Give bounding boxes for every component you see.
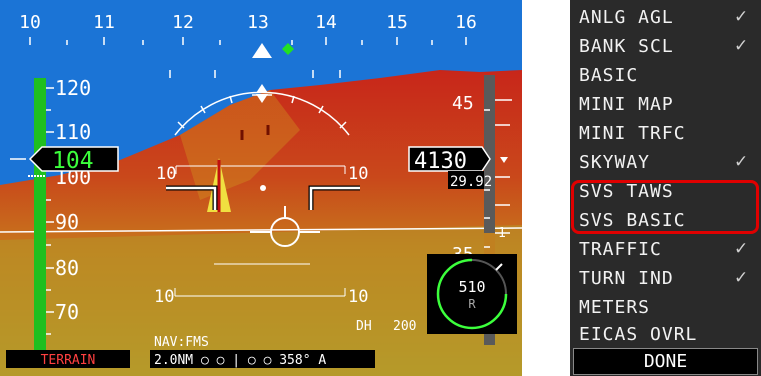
aircraft-center-dot bbox=[260, 185, 266, 191]
menu-item-label: MINI MAP bbox=[579, 94, 674, 115]
heading-label: 16 bbox=[455, 12, 477, 33]
speed-tape-bar bbox=[34, 78, 46, 350]
primary-flight-display: 10 11 12 13 14 15 16 120 110 100 90 80 7… bbox=[0, 0, 522, 376]
menu-item-label: SKYWAY bbox=[579, 152, 651, 173]
heading-label: 11 bbox=[93, 12, 115, 33]
nav-source: NAV:FMS bbox=[154, 335, 209, 350]
heading-label: 13 bbox=[247, 12, 269, 33]
altitude-label: 45 bbox=[452, 93, 474, 114]
menu-item-label: EICAS OVRL bbox=[579, 324, 698, 345]
menu-item-meters[interactable]: METERS bbox=[570, 294, 761, 322]
dh-label: DH bbox=[356, 319, 372, 334]
checkmark-icon: ✓ bbox=[734, 7, 749, 27]
menu-item-label: ANLG AGL bbox=[579, 7, 674, 28]
dial-value: 510 bbox=[458, 278, 485, 296]
highlight-box bbox=[571, 180, 759, 234]
pitch-label: 10 bbox=[156, 164, 176, 184]
pitch-label: 10 bbox=[348, 164, 368, 184]
checkmark-icon: ✓ bbox=[734, 36, 749, 56]
checkmark-icon: ✓ bbox=[734, 239, 749, 259]
dh-value: 200 bbox=[393, 319, 416, 334]
baro-setting: 29.92 bbox=[450, 174, 492, 190]
menu-item-label: TRAFFIC bbox=[579, 239, 662, 260]
done-button[interactable]: DONE bbox=[573, 348, 758, 375]
menu-item-bank-scl[interactable]: BANK SCL ✓ bbox=[570, 33, 761, 61]
checkmark-icon: ✓ bbox=[734, 268, 749, 288]
menu-item-basic[interactable]: BASIC bbox=[570, 62, 761, 90]
altitude-readout: 4130 bbox=[414, 149, 467, 174]
pitch-label: 10 bbox=[348, 287, 368, 307]
menu-item-label: METERS bbox=[579, 297, 651, 318]
menu-item-turn-ind[interactable]: TURN IND ✓ bbox=[570, 265, 761, 293]
menu-item-label: TURN IND bbox=[579, 268, 674, 289]
nav-readout: 2.0NM ○ ○ | ○ ○ 358° A bbox=[154, 353, 326, 368]
menu-item-mini-map[interactable]: MINI MAP bbox=[570, 91, 761, 119]
speed-label: 70 bbox=[55, 300, 79, 324]
pitch-label: 10 bbox=[154, 287, 174, 307]
terrain-annunciator: TERRAIN bbox=[41, 353, 96, 368]
speed-label: 80 bbox=[55, 256, 79, 280]
checkmark-icon: ✓ bbox=[734, 152, 749, 172]
heading-label: 14 bbox=[315, 12, 337, 33]
menu-item-mini-trfc[interactable]: MINI TRFC bbox=[570, 120, 761, 148]
menu-item-skyway[interactable]: SKYWAY ✓ bbox=[570, 149, 761, 177]
speed-label: 120 bbox=[55, 76, 91, 100]
dial-mode: R bbox=[468, 297, 476, 311]
menu-item-eicas-ovrl[interactable]: EICAS OVRL bbox=[570, 321, 761, 349]
heading-label: 15 bbox=[386, 12, 408, 33]
menu-item-label: BANK SCL bbox=[579, 36, 674, 57]
altitude-label: 1 bbox=[498, 226, 506, 241]
menu-item-traffic[interactable]: TRAFFIC ✓ bbox=[570, 236, 761, 264]
heading-label: 12 bbox=[172, 12, 194, 33]
speed-readout: 104 bbox=[52, 148, 94, 174]
speed-label: 90 bbox=[55, 210, 79, 234]
menu-item-label: MINI TRFC bbox=[579, 123, 686, 144]
menu-item-label: BASIC bbox=[579, 65, 639, 86]
menu-item-anlg-agl[interactable]: ANLG AGL ✓ bbox=[570, 4, 761, 32]
heading-label: 10 bbox=[19, 12, 41, 33]
speed-label: 110 bbox=[55, 120, 91, 144]
